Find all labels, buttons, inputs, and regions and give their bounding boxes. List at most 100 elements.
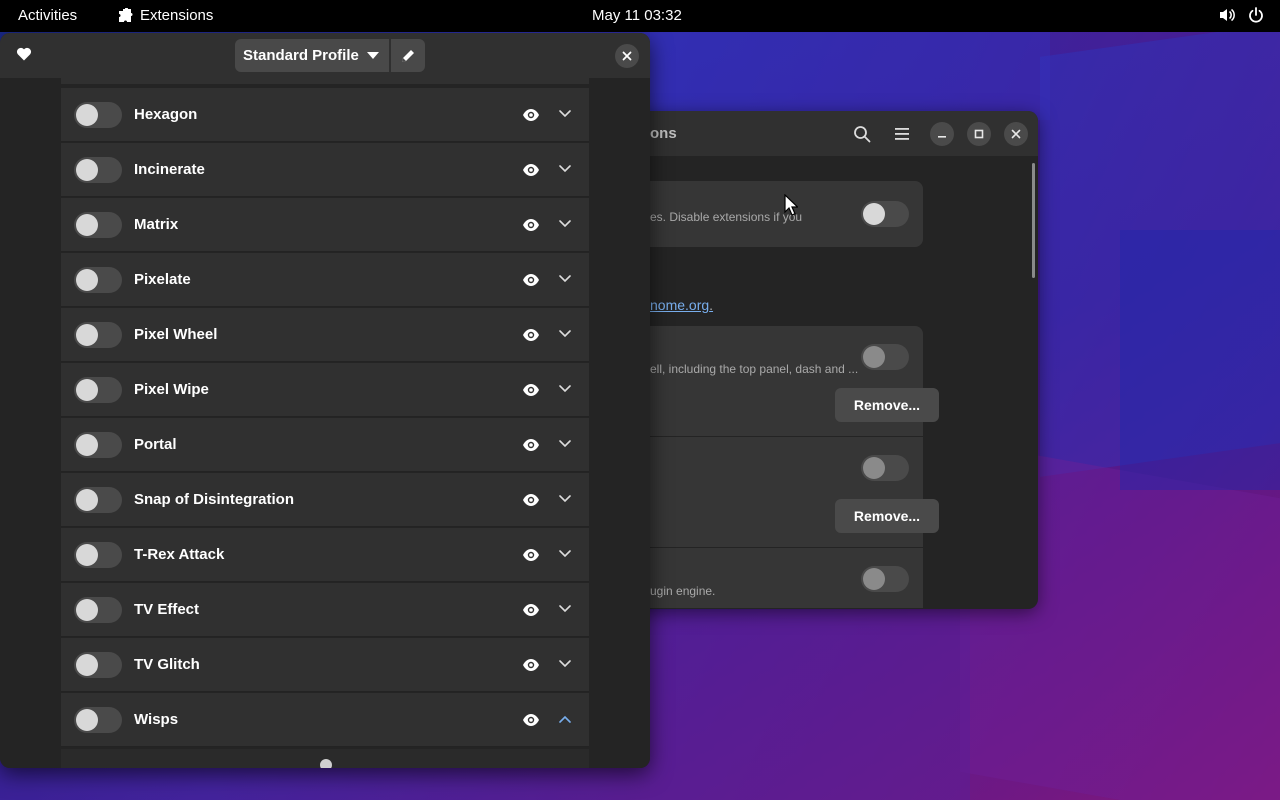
wallpaper-facet: [650, 610, 970, 800]
effect-toggle[interactable]: [74, 707, 122, 733]
extensions-toggle[interactable]: [861, 201, 909, 227]
preview-button[interactable]: [520, 381, 542, 399]
preview-button[interactable]: [520, 601, 542, 619]
effect-row[interactable]: Matrix: [61, 198, 589, 252]
effect-row[interactable]: Pixel Wheel: [61, 308, 589, 362]
card-description: es. Disable extensions if you: [650, 210, 803, 224]
preview-button[interactable]: [520, 491, 542, 509]
effect-row[interactable]: Portal: [61, 418, 589, 472]
row-divider: [650, 436, 923, 437]
preview-button[interactable]: [520, 546, 542, 564]
eye-icon: [523, 274, 539, 286]
search-button[interactable]: [850, 122, 874, 146]
effect-toggle[interactable]: [74, 432, 122, 458]
collapse-button[interactable]: [558, 712, 572, 726]
chevron-down-icon: [559, 440, 571, 448]
expand-button[interactable]: [558, 162, 572, 176]
activities-button[interactable]: Activities: [18, 7, 77, 24]
expand-button[interactable]: [558, 107, 572, 121]
expand-button[interactable]: [558, 272, 572, 286]
main-menu-button[interactable]: [890, 122, 914, 146]
maximize-button[interactable]: [967, 122, 991, 146]
remove-button[interactable]: Remove...: [835, 388, 939, 422]
expand-button[interactable]: [558, 602, 572, 616]
effect-toggle[interactable]: [74, 542, 122, 568]
eye-icon: [523, 549, 539, 561]
close-button[interactable]: [615, 44, 639, 68]
expand-button[interactable]: [558, 657, 572, 671]
chevron-down-icon: [559, 220, 571, 228]
effect-row[interactable]: Wisps: [61, 693, 589, 747]
extension-description: ugin engine.: [650, 584, 716, 598]
chevron-down-icon: [559, 330, 571, 338]
effect-row[interactable]: Hexagon: [61, 88, 589, 142]
expand-button[interactable]: [558, 217, 572, 231]
effect-row[interactable]: Pixel Wipe: [61, 363, 589, 417]
effect-toggle[interactable]: [74, 377, 122, 403]
expand-button[interactable]: [558, 492, 572, 506]
effect-name: Pixel Wheel: [134, 326, 218, 343]
preview-button[interactable]: [520, 106, 542, 124]
eye-icon: [523, 439, 539, 451]
effect-toggle[interactable]: [74, 212, 122, 238]
effect-row[interactable]: Snap of Disintegration: [61, 473, 589, 527]
row-divider: [650, 547, 923, 548]
preview-button[interactable]: [520, 326, 542, 344]
edit-profile-button[interactable]: [390, 39, 425, 72]
expanded-settings-panel: [61, 749, 589, 768]
clock[interactable]: May 11 03:32: [592, 7, 682, 24]
preview-button[interactable]: [520, 436, 542, 454]
extension-toggle[interactable]: [861, 455, 909, 481]
profile-dropdown[interactable]: Standard Profile: [235, 39, 389, 72]
effect-row[interactable]: Incinerate: [61, 143, 589, 197]
eye-icon: [523, 494, 539, 506]
effect-row[interactable]: TV Glitch: [61, 638, 589, 692]
effect-toggle[interactable]: [74, 102, 122, 128]
eye-icon: [523, 604, 539, 616]
preview-button[interactable]: [520, 216, 542, 234]
expand-button[interactable]: [558, 547, 572, 561]
chevron-down-icon: [559, 110, 571, 118]
effect-toggle[interactable]: [74, 487, 122, 513]
donate-button[interactable]: [14, 44, 34, 64]
effect-row[interactable]: T-Rex Attack: [61, 528, 589, 582]
caret-down-icon: [366, 51, 379, 59]
close-button[interactable]: [1004, 122, 1028, 146]
effect-toggle[interactable]: [74, 267, 122, 293]
preferences-header-bar: Standard Profile: [0, 33, 650, 78]
preview-button[interactable]: [520, 656, 542, 674]
effect-row[interactable]: TV Effect: [61, 583, 589, 637]
scrollbar[interactable]: [1032, 163, 1035, 278]
effect-name: TV Effect: [134, 601, 200, 618]
puzzle-icon: [119, 7, 133, 22]
effects-list: Hexagon Incinerate Matrix Pixelate Pixel…: [61, 78, 589, 768]
extension-description: ell, including the top panel, dash and .…: [650, 362, 859, 376]
installed-extensions-list: ell, including the top panel, dash and .…: [650, 326, 939, 608]
effect-row[interactable]: Pixelate: [61, 253, 589, 307]
slider-handle[interactable]: [320, 759, 332, 768]
link-label: nome.org: [650, 297, 710, 313]
effect-toggle[interactable]: [74, 157, 122, 183]
expand-button[interactable]: [558, 382, 572, 396]
app-menu[interactable]: Extensions: [117, 7, 213, 24]
system-tray[interactable]: [1218, 6, 1264, 24]
preview-button[interactable]: [520, 161, 542, 179]
extension-toggle[interactable]: [861, 344, 909, 370]
preview-button[interactable]: [520, 271, 542, 289]
heart-icon: [16, 47, 32, 61]
effect-toggle[interactable]: [74, 652, 122, 678]
remove-button[interactable]: Remove...: [835, 499, 939, 533]
profile-selector: Standard Profile: [235, 39, 425, 72]
preview-button[interactable]: [520, 711, 542, 729]
extension-toggle[interactable]: [861, 566, 909, 592]
minimize-button[interactable]: [930, 122, 954, 146]
extensions-header-bar: ons: [620, 111, 1038, 156]
chevron-down-icon: [559, 385, 571, 393]
pencil-icon: [401, 49, 414, 62]
effect-toggle[interactable]: [74, 322, 122, 348]
expand-button[interactable]: [558, 437, 572, 451]
effect-toggle[interactable]: [74, 597, 122, 623]
link-period: .: [709, 297, 714, 313]
extensions-website-link[interactable]: nome.org.: [650, 297, 713, 313]
expand-button[interactable]: [558, 327, 572, 341]
